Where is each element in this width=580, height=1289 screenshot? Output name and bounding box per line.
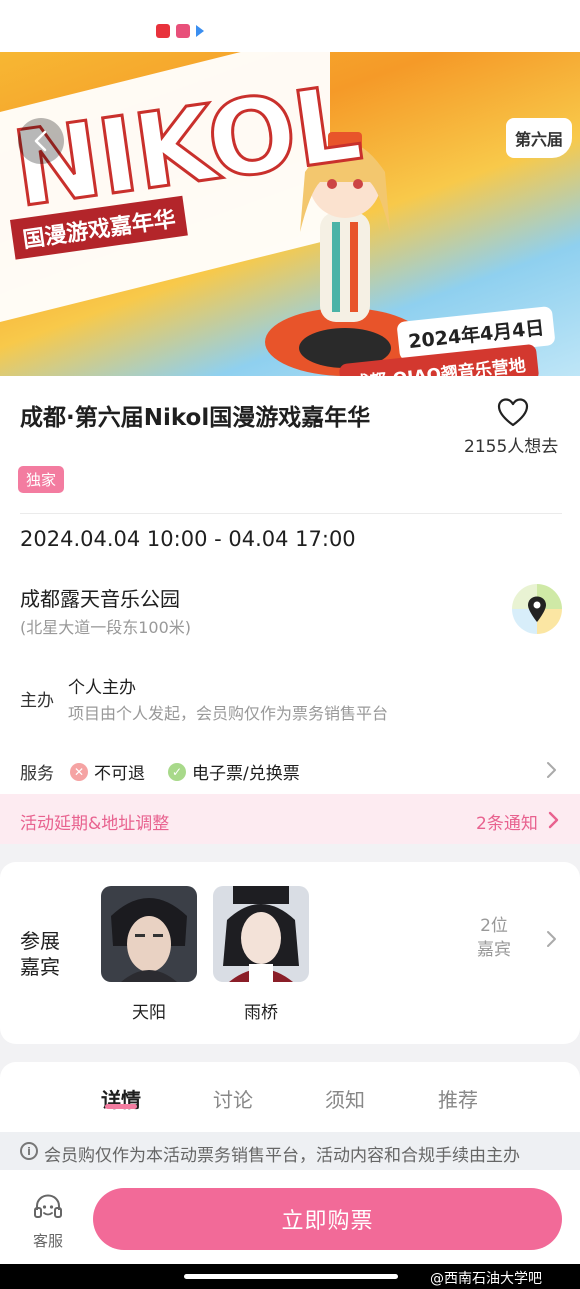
service-item-no-refund[interactable]: ✕ 不可退: [70, 759, 145, 784]
guest-item[interactable]: 雨桥: [212, 886, 310, 1023]
tab-active-indicator: [105, 1104, 137, 1109]
watermark: @西南石油大学吧: [430, 1271, 542, 1287]
disclaimer-bar: i 会员购仅作为本活动票务销售平台，活动内容和合规手续由主办: [0, 1132, 580, 1170]
exclusive-tag: 独家: [18, 466, 65, 493]
event-info-card: 成都·第六届Nikol国漫游戏嘉年华 2155人想去 独家 2024.04.04…: [0, 376, 580, 794]
guest-item[interactable]: 天阳: [100, 886, 198, 1023]
guests-label: 参展嘉宾: [20, 929, 60, 979]
event-title: 成都·第六届Nikol国漫游戏嘉年华: [20, 405, 371, 431]
chevron-left-icon: [34, 130, 47, 152]
home-indicator-bar: @西南石油大学吧: [0, 1264, 580, 1289]
organizer-desc: 项目由个人发起，会员购仅作为票务销售平台: [68, 704, 389, 723]
customer-service-button[interactable]: 客服: [26, 1192, 70, 1251]
tab-recommend[interactable]: 推荐: [438, 1084, 478, 1113]
bottom-action-bar: 客服 立即购票: [0, 1172, 580, 1264]
event-banner: NIKOL 国漫游戏嘉年华 第六届 2024年4月4日 成都·QIAO翘音乐营地: [0, 52, 580, 378]
x-circle-icon: ✕: [70, 762, 88, 781]
tab-discussion[interactable]: 讨论: [213, 1084, 253, 1113]
status-bar: [0, 0, 580, 52]
notice-text: 活动延期&地址调整: [20, 814, 170, 834]
chevron-right-icon: [548, 811, 559, 829]
disclaimer-text: 会员购仅作为本活动票务销售平台，活动内容和合规手续由主办: [44, 1146, 520, 1166]
guests-card: 参展嘉宾 天阳 雨桥 2位 嘉宾: [0, 862, 580, 1044]
service-item-eticket[interactable]: ✓ 电子票/兑换票: [168, 759, 300, 784]
app-notification-icon: [156, 24, 170, 38]
chevron-right-icon[interactable]: [544, 760, 558, 780]
status-app-icons: [156, 24, 206, 38]
favorite-count: 2155人想去: [464, 437, 559, 457]
customer-service-label: 客服: [32, 1232, 63, 1250]
map-pin-icon: [528, 596, 546, 622]
guest-name: 雨桥: [244, 1003, 278, 1023]
guest-name: 天阳: [132, 1003, 166, 1023]
headset-icon: [34, 1194, 62, 1218]
tab-notice[interactable]: 须知: [325, 1084, 365, 1113]
organizer-label: 主办: [20, 691, 54, 711]
guest-photo: [213, 886, 309, 982]
service-item-label: 电子票/兑换票: [192, 764, 300, 784]
app-notification-icon: [176, 24, 190, 38]
notice-link[interactable]: 2条通知: [476, 809, 538, 834]
venue-address: (北星大道一段东100米): [20, 618, 192, 637]
organizer-name: 个人主办: [68, 678, 136, 698]
home-indicator[interactable]: [184, 1274, 398, 1279]
heart-icon[interactable]: [496, 396, 530, 430]
back-button[interactable]: [18, 118, 64, 164]
play-icon: [196, 25, 206, 37]
service-label: 服务: [20, 764, 54, 784]
guests-count-label: 嘉宾: [477, 940, 511, 960]
guests-count[interactable]: 2位 嘉宾: [470, 914, 518, 962]
banner-edition-badge: 第六届: [506, 118, 572, 158]
info-icon: i: [20, 1142, 38, 1160]
divider: [20, 513, 562, 514]
buy-now-button[interactable]: 立即购票: [93, 1188, 562, 1250]
venue-name[interactable]: 成都露天音乐公园: [20, 583, 180, 612]
notice-bar[interactable]: 活动延期&地址调整 2条通知: [0, 794, 580, 844]
map-button[interactable]: [512, 584, 562, 634]
check-circle-icon: ✓: [168, 762, 186, 781]
service-item-label: 不可退: [94, 764, 145, 784]
guest-photo: [101, 886, 197, 982]
guests-count-number: 2位: [480, 916, 508, 936]
event-time: 2024.04.04 10:00 - 04.04 17:00: [20, 527, 356, 551]
chevron-right-icon[interactable]: [544, 929, 558, 949]
